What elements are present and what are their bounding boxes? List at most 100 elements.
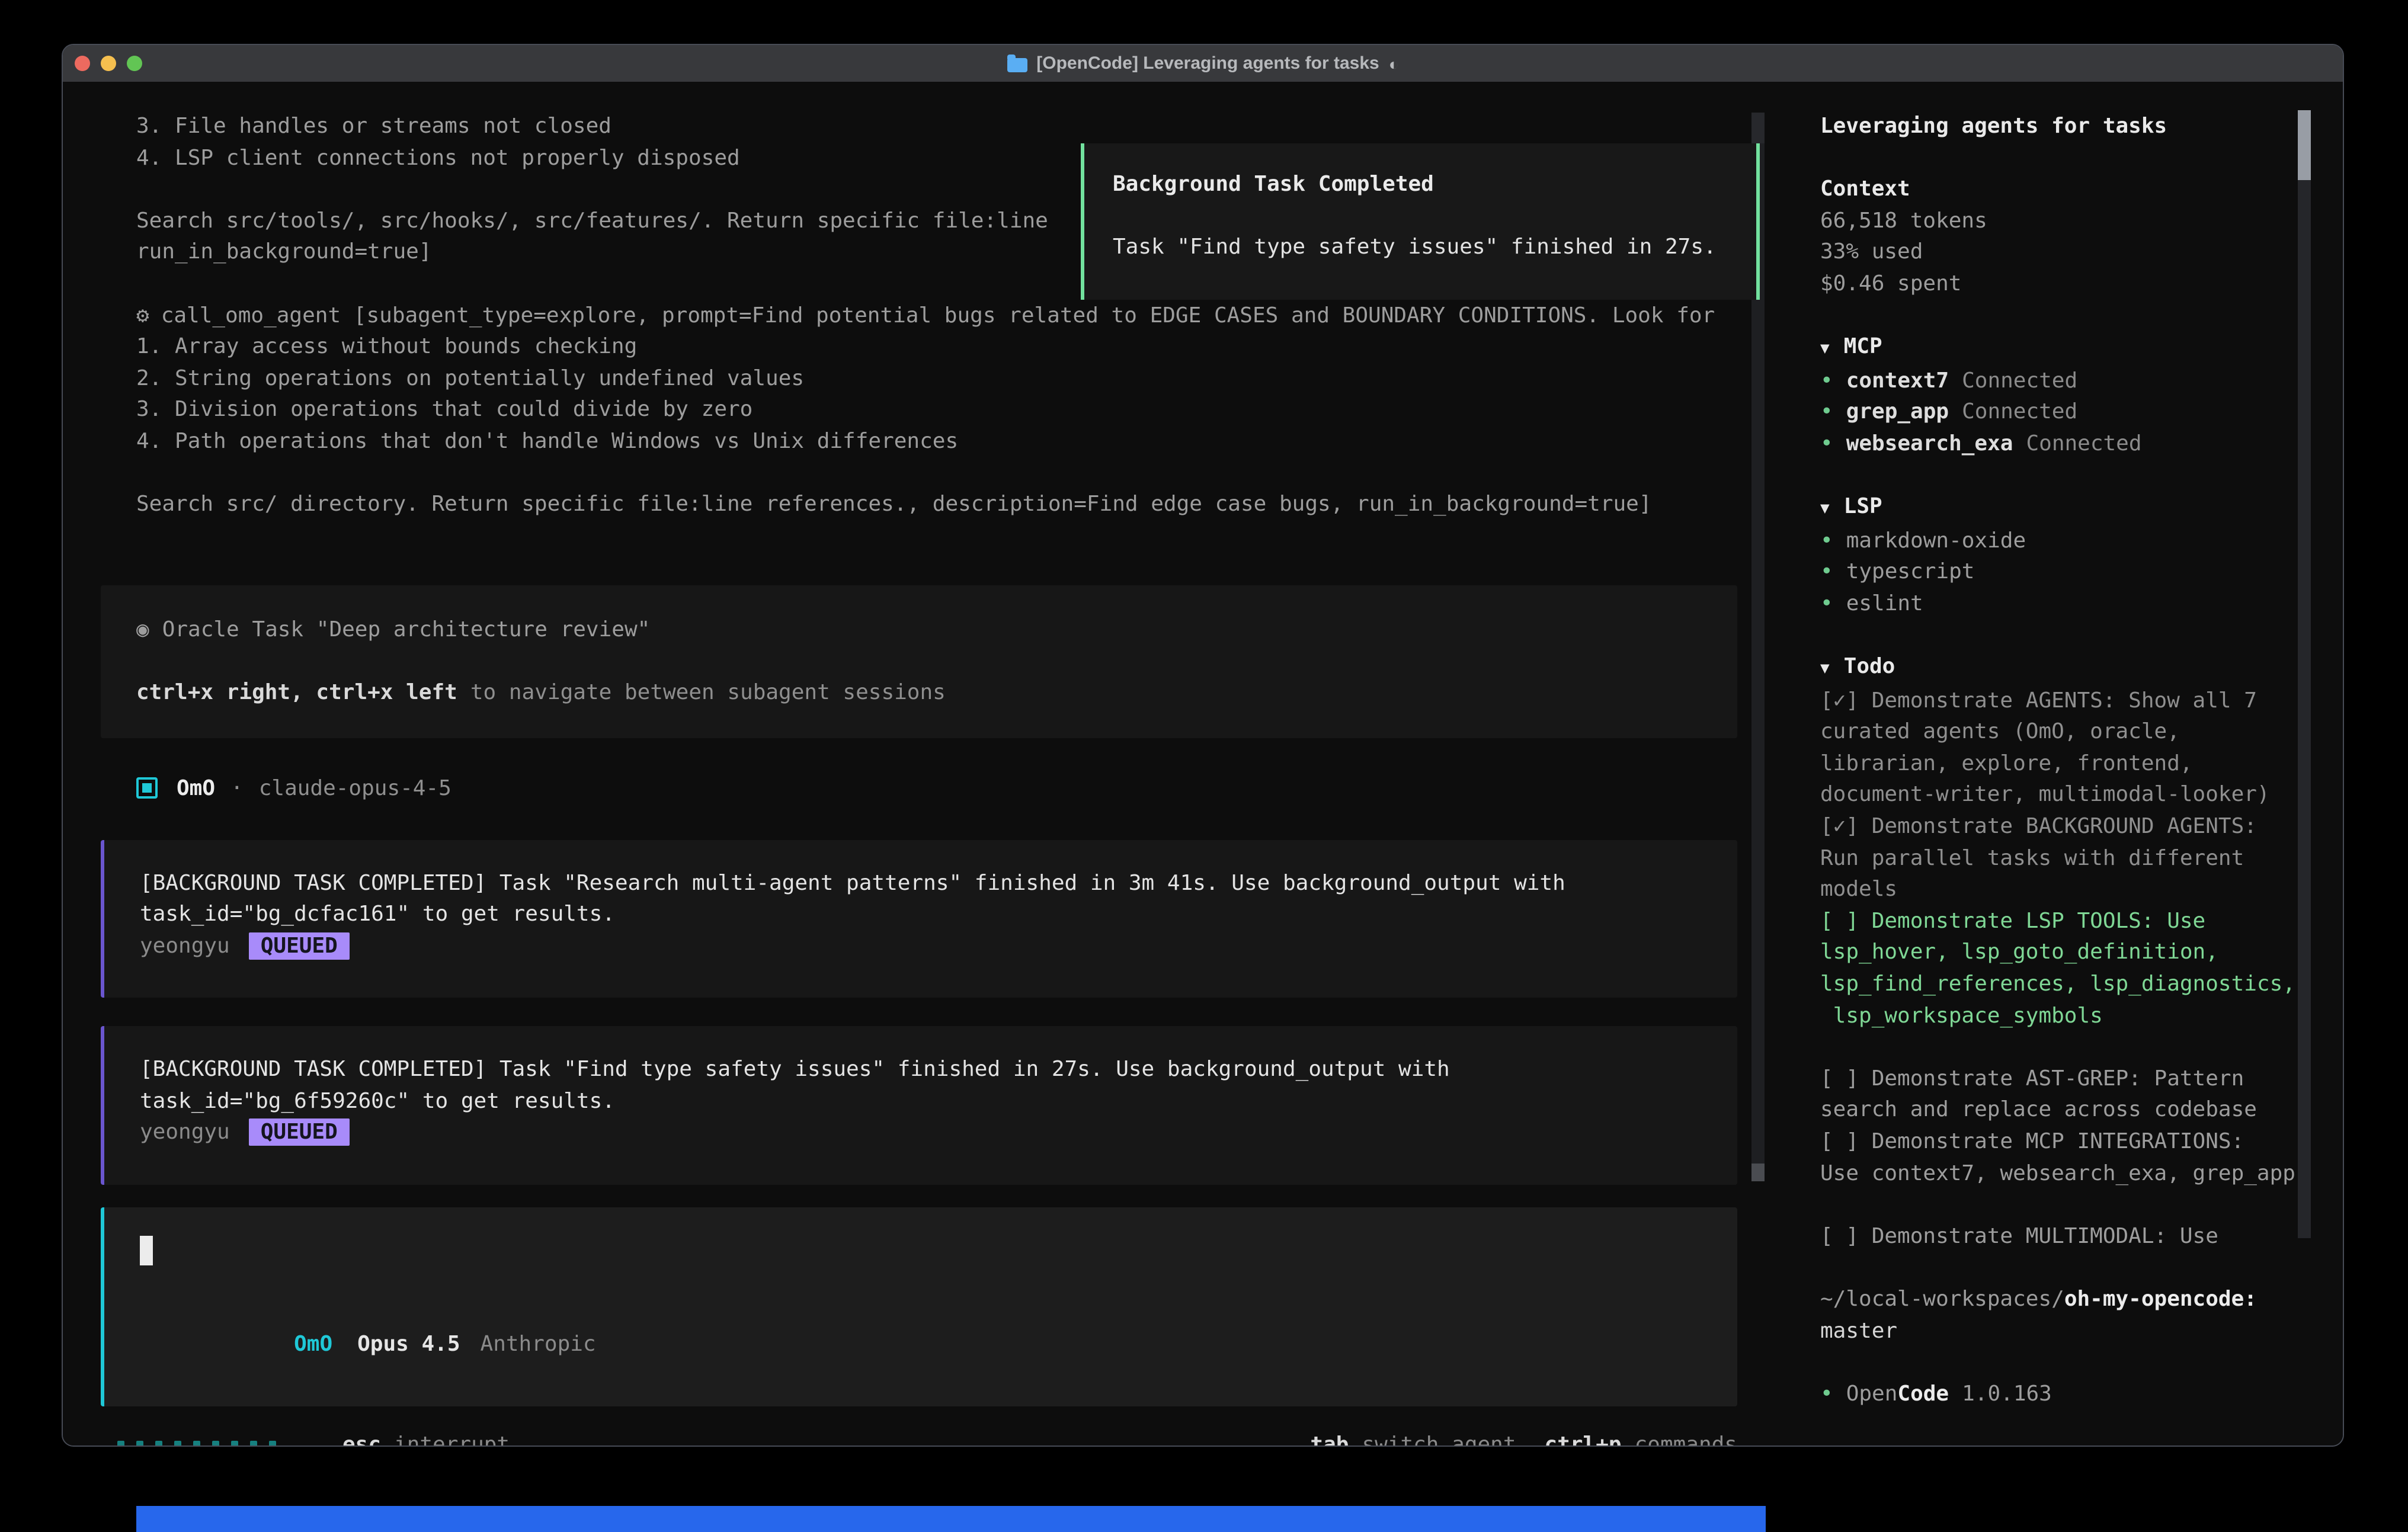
blank-line <box>101 646 1737 678</box>
fisheye-icon: ◉ <box>136 617 149 642</box>
model-status-line: OmO Opus 4.5 Anthropic <box>104 1298 1737 1393</box>
oracle-task-hint: ctrl+x right, ctrl+x leftto navigate bet… <box>101 678 1737 709</box>
blank-line <box>1820 1032 2299 1063</box>
status-dot-icon: • <box>1820 560 1833 585</box>
active-model: Opus 4.5 <box>357 1332 460 1357</box>
input-line[interactable] <box>104 1235 1737 1266</box>
keyboard-shortcut: ctrl+x right, ctrl+x left <box>136 680 457 705</box>
todo-line: librarian, explore, frontend, <box>1820 749 2299 780</box>
mcp-item: •grep_appConnected <box>1820 398 2299 429</box>
context-heading: Context <box>1820 174 2299 206</box>
lsp-section-header[interactable]: ▼LSP <box>1820 492 2299 525</box>
todo-line: models <box>1820 875 2299 906</box>
mcp-item: •websearch_exaConnected <box>1820 429 2299 460</box>
todo-section-header[interactable]: ▼Todo <box>1820 652 2299 685</box>
app-version-line: •OpenCode1.0.163 <box>1820 1379 2299 1411</box>
status-dot-icon: • <box>1820 528 1833 553</box>
traffic-lights <box>75 45 142 82</box>
lsp-item: •typescript <box>1820 557 2299 589</box>
sidebar-scrollbar-thumb[interactable] <box>2298 110 2311 180</box>
active-agent: OmO <box>294 1332 332 1357</box>
model-provider: Anthropic <box>481 1332 596 1357</box>
tool-call-list-line: 4. Path operations that don't handle Win… <box>63 427 1769 458</box>
blank-line <box>1820 1347 2299 1379</box>
agent-session-header[interactable]: OmO · claude-opus-4-5 <box>136 772 1769 804</box>
queued-badge: QUEUED <box>249 932 350 959</box>
blank-line <box>1820 300 2299 332</box>
agent-name: OmO <box>177 775 215 800</box>
oracle-task-panel: ◉Oracle Task "Deep architecture review" … <box>101 585 1737 738</box>
ctrlp-key-label: commands <box>1635 1430 1737 1447</box>
ctrlp-key-hint: ctrl+p <box>1545 1430 1622 1447</box>
chevron-down-icon[interactable]: ▼ <box>1820 500 1830 518</box>
blank-line <box>1820 460 2299 492</box>
todo-line: [ ] Demonstrate AST-GREP: Pattern <box>1820 1064 2299 1095</box>
agent-model: claude-opus-4-5 <box>259 775 451 800</box>
window-titlebar[interactable]: [OpenCode] Leveraging agents for tasks ◐ <box>63 45 2343 83</box>
todo-line-active: [ ] Demonstrate LSP TOOLS: Use <box>1820 906 2299 938</box>
oracle-task-title: ◉Oracle Task "Deep architecture review" <box>101 614 1737 646</box>
background-task-message: [BACKGROUND TASK COMPLETED] Task "Resear… <box>101 839 1737 998</box>
blank-line <box>1820 1253 2299 1284</box>
context-spent: $0.46 spent <box>1820 269 2299 300</box>
status-bar: esc interrupt tab switch agent ctrl+p co… <box>63 1430 1737 1447</box>
blank-line <box>1113 201 1756 232</box>
message-line: task_id="bg_dcfac161" to get results. <box>104 899 1737 931</box>
status-dot-icon: • <box>1820 400 1833 425</box>
queued-badge: QUEUED <box>249 1119 350 1146</box>
zoom-button[interactable] <box>127 56 142 71</box>
todo-line: Use context7, websearch_exa, grep_app <box>1820 1158 2299 1190</box>
blank-line <box>1820 1190 2299 1221</box>
agent-checkbox-icon <box>136 777 158 799</box>
window-title: [OpenCode] Leveraging agents for tasks <box>1036 53 1379 73</box>
tab-key-hint: tab <box>1310 1430 1349 1447</box>
chevron-down-icon[interactable]: ▼ <box>1820 340 1830 358</box>
context-tokens: 66,518 tokens <box>1820 206 2299 238</box>
todo-line: document-writer, multimodal-looker) <box>1820 780 2299 812</box>
status-dot-icon: • <box>1820 368 1833 393</box>
version-number: 1.0.163 <box>1962 1382 2052 1406</box>
esc-key-label: interrupt <box>394 1430 510 1447</box>
todo-line: [ ] Demonstrate MCP INTEGRATIONS: <box>1820 1127 2299 1158</box>
sidebar-session-title: Leveraging agents for tasks <box>1820 111 2299 143</box>
username: yeongyu <box>140 933 230 958</box>
todo-line-active: lsp_hover, lsp_goto_definition, <box>1820 938 2299 969</box>
tool-call-line: ⚙call_omo_agent [subagent_type=explore, … <box>63 300 1769 332</box>
chevron-down-icon[interactable]: ▼ <box>1820 660 1830 678</box>
desktop-highlight-bar <box>136 1506 1766 1532</box>
blank-line <box>63 458 1769 489</box>
todo-line: [ ] Demonstrate MULTIMODAL: Use <box>1820 1222 2299 1253</box>
main-scrollbar-thumb[interactable] <box>1751 1164 1765 1181</box>
todo-line-active: lsp_find_references, lsp_diagnostics, <box>1820 969 2299 1001</box>
status-bar-right: tab switch agent ctrl+p commands <box>1310 1430 1737 1447</box>
todo-line: Run parallel tasks with different <box>1820 843 2299 874</box>
close-button[interactable] <box>75 56 90 71</box>
message-line: task_id="bg_6f59260c" to get results. <box>104 1086 1737 1118</box>
separator-dot: · <box>230 775 244 800</box>
minimize-button[interactable] <box>101 56 116 71</box>
scrollback-line: 3. File handles or streams not closed <box>63 111 1769 143</box>
prompt-input-area[interactable]: OmO Opus 4.5 Anthropic <box>101 1207 1737 1406</box>
mcp-item: •context7Connected <box>1820 366 2299 398</box>
todo-line-active: lsp_workspace_symbols <box>1820 1001 2299 1032</box>
activity-dots <box>117 1441 276 1447</box>
todo-line: search and replace across codebase <box>1820 1095 2299 1127</box>
sidebar-scrollbar-track <box>2298 180 2311 1238</box>
mcp-section-header[interactable]: ▼MCP <box>1820 332 2299 366</box>
background-task-message: [BACKGROUND TASK COMPLETED] Task "Find t… <box>101 1027 1737 1185</box>
background-task-toast: Background Task Completed Task "Find typ… <box>1081 143 1760 300</box>
session-sidebar: Leveraging agents for tasks Context 66,5… <box>1820 82 2299 1411</box>
message-line: [BACKGROUND TASK COMPLETED] Task "Resear… <box>104 868 1737 899</box>
toast-title: Background Task Completed <box>1113 169 1756 201</box>
lsp-item: •eslint <box>1820 589 2299 620</box>
message-line: [BACKGROUND TASK COMPLETED] Task "Find t… <box>104 1055 1737 1086</box>
blank-line <box>104 1266 1737 1297</box>
workspace-path: ~/local-workspaces/oh-my-opencode: <box>1820 1284 2299 1316</box>
half-moon-icon: ◐ <box>1389 54 1399 73</box>
opencode-terminal-window: [OpenCode] Leveraging agents for tasks ◐… <box>62 44 2344 1447</box>
todo-line: curated agents (OmO, oracle, <box>1820 717 2299 749</box>
status-dot-icon: • <box>1820 431 1833 456</box>
terminal-content: 3. File handles or streams not closed 4.… <box>63 82 2343 1446</box>
window-title-group: [OpenCode] Leveraging agents for tasks ◐ <box>1007 53 1398 73</box>
toast-body: Task "Find type safety issues" finished … <box>1113 232 1756 264</box>
